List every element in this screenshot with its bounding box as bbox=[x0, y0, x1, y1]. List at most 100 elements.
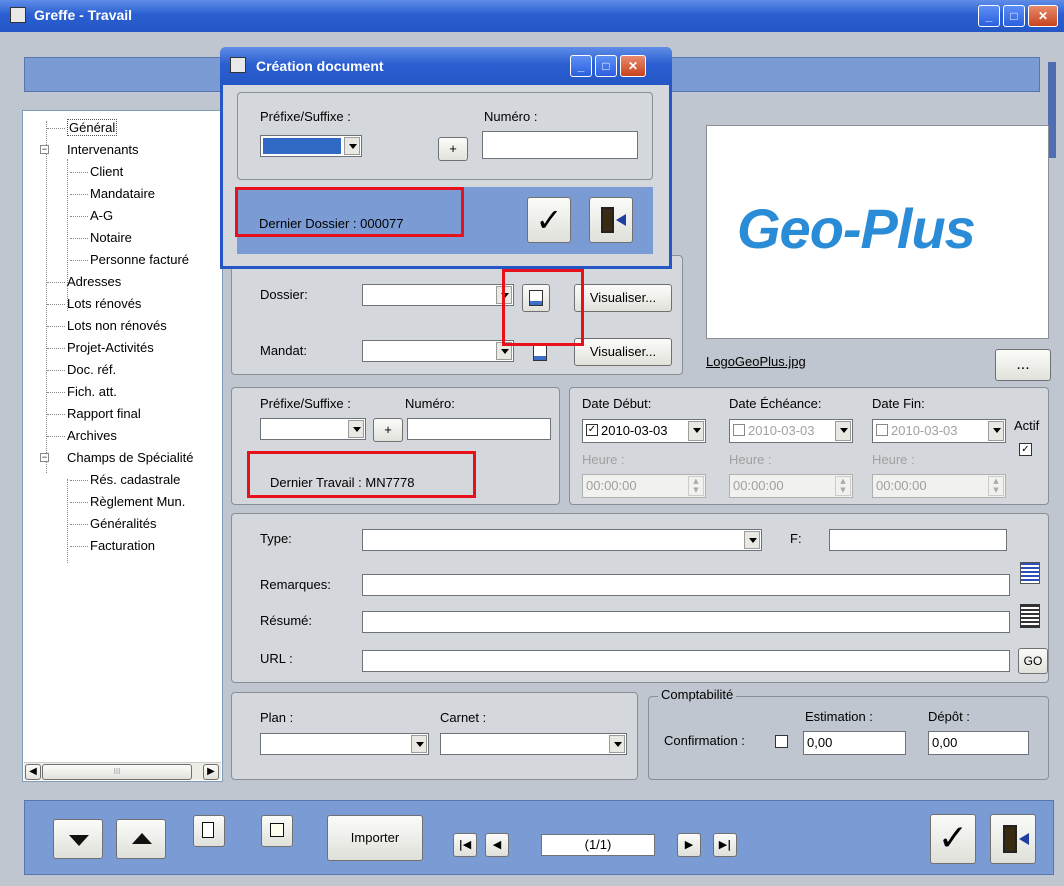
tree-item-generalites[interactable]: Généralités bbox=[70, 516, 156, 531]
navigation-tree[interactable]: Général − Intervenants Client Mandataire … bbox=[22, 110, 223, 782]
tree-item-general[interactable]: Général bbox=[47, 119, 118, 136]
tree-item-facturation[interactable]: Facturation bbox=[70, 538, 155, 553]
close-button[interactable]: ✕ bbox=[1028, 5, 1058, 27]
exit-door-icon bbox=[601, 207, 614, 233]
minimize-button[interactable]: _ bbox=[978, 5, 1000, 27]
dossier-combo[interactable] bbox=[362, 284, 514, 306]
preview-button[interactable] bbox=[193, 815, 225, 847]
tree-item-client[interactable]: Client bbox=[70, 164, 123, 179]
move-down-button[interactable] bbox=[53, 819, 103, 859]
collapse-icon[interactable]: − bbox=[40, 145, 49, 154]
spinner-icon[interactable]: ▲ ▼ bbox=[988, 476, 1004, 496]
type-label: Type: bbox=[260, 531, 292, 546]
tree-item-personne-facturee[interactable]: Personne facturé bbox=[70, 252, 189, 267]
dialog-plus-button[interactable]: + bbox=[438, 137, 468, 161]
previous-record-button[interactable]: ◀ bbox=[485, 833, 509, 857]
heure-fin-input[interactable]: 00:00:00 ▲ ▼ bbox=[872, 474, 1006, 498]
go-button[interactable]: GO bbox=[1018, 648, 1048, 674]
dialog-close-button[interactable]: ✕ bbox=[620, 55, 646, 77]
carnet-combo[interactable] bbox=[440, 733, 627, 755]
date-echeance-checkbox[interactable] bbox=[733, 424, 745, 436]
resume-input[interactable] bbox=[362, 611, 1010, 633]
exit-door-icon bbox=[1003, 825, 1017, 853]
heure-fin-label: Heure : bbox=[872, 452, 915, 467]
actif-checkbox[interactable]: ✓ bbox=[1019, 443, 1032, 456]
tree-item-fich-att[interactable]: Fich. att. bbox=[47, 384, 117, 399]
new-mandat-button[interactable] bbox=[530, 343, 550, 365]
travail-numero-input[interactable] bbox=[407, 418, 551, 440]
url-input[interactable] bbox=[362, 650, 1010, 672]
remarques-list-icon[interactable] bbox=[1020, 562, 1040, 584]
exit-button[interactable] bbox=[990, 814, 1036, 864]
travail-prefix-label: Préfixe/Suffixe : bbox=[260, 396, 351, 411]
tree-item-doc-ref[interactable]: Doc. réf. bbox=[47, 362, 116, 377]
date-echeance-picker[interactable]: 2010-03-03 bbox=[729, 419, 853, 443]
dossier-visualiser-button[interactable]: Visualiser... bbox=[574, 284, 672, 312]
tree-item-mandataire[interactable]: Mandataire bbox=[70, 186, 155, 201]
tree-item-lots-non-renoves[interactable]: Lots non rénovés bbox=[47, 318, 167, 333]
travail-plus-button[interactable]: + bbox=[373, 418, 403, 442]
depot-input[interactable]: 0,00 bbox=[928, 731, 1029, 755]
tree-item-archives[interactable]: Archives bbox=[47, 428, 117, 443]
resume-document-icon[interactable] bbox=[1020, 604, 1040, 628]
remarques-input[interactable] bbox=[362, 574, 1010, 596]
collapse-icon[interactable]: − bbox=[40, 453, 49, 462]
travail-numero-label: Numéro: bbox=[405, 396, 455, 411]
copy-button[interactable] bbox=[261, 815, 293, 847]
next-record-button[interactable]: ▶ bbox=[677, 833, 701, 857]
scroll-right-button[interactable]: ▶ bbox=[203, 764, 219, 780]
travail-prefix-combo[interactable] bbox=[260, 418, 366, 440]
actif-label: Actif bbox=[1014, 418, 1040, 433]
dialog-numero-label: Numéro : bbox=[484, 109, 538, 124]
move-up-button[interactable] bbox=[116, 819, 166, 859]
spinner-icon[interactable]: ▲ ▼ bbox=[835, 476, 851, 496]
tree-item-champs-specialite[interactable]: − Champs de Spécialité bbox=[40, 450, 193, 465]
confirmation-checkbox[interactable] bbox=[775, 735, 788, 748]
dialog-confirm-button[interactable]: ✓ bbox=[527, 197, 571, 243]
tree-item-adresses[interactable]: Adresses bbox=[47, 274, 121, 289]
first-record-button[interactable]: |◀ bbox=[453, 833, 477, 857]
logo-filename[interactable]: LogoGeoPlus.jpg bbox=[706, 354, 806, 369]
last-record-button[interactable]: ▶| bbox=[713, 833, 737, 857]
tree-item-rapport-final[interactable]: Rapport final bbox=[47, 406, 141, 421]
first-icon: |◀ bbox=[458, 838, 472, 851]
tree-item-projet-activites[interactable]: Projet-Activités bbox=[47, 340, 154, 355]
tree-horizontal-scrollbar[interactable]: ◀ III ▶ bbox=[24, 762, 221, 780]
date-debut-checkbox[interactable]: ✓ bbox=[586, 424, 598, 436]
tree-item-lots-renoves[interactable]: Lots rénovés bbox=[47, 296, 141, 311]
dialog-exit-button[interactable] bbox=[589, 197, 633, 243]
estimation-input[interactable]: 0,00 bbox=[803, 731, 906, 755]
dialog-maximize-button[interactable]: □ bbox=[595, 55, 617, 77]
main-window-title: Greffe - Travail bbox=[34, 7, 133, 23]
dialog-prefix-combo[interactable] bbox=[260, 135, 362, 157]
spinner-icon[interactable]: ▲ ▼ bbox=[688, 476, 704, 496]
down-arrow-icon bbox=[69, 835, 89, 846]
tree-item-notaire[interactable]: Notaire bbox=[70, 230, 132, 245]
tree-item-a-g[interactable]: A-G bbox=[70, 208, 113, 223]
tree-item-intervenants[interactable]: − Intervenants bbox=[40, 142, 139, 157]
scroll-thumb[interactable]: III bbox=[42, 764, 192, 780]
date-fin-checkbox[interactable] bbox=[876, 424, 888, 436]
main-window-titlebar: Greffe - Travail _ □ ✕ bbox=[0, 0, 1064, 32]
confirm-button[interactable]: ✓ bbox=[930, 814, 976, 864]
type-combo[interactable] bbox=[362, 529, 762, 551]
f-input[interactable] bbox=[829, 529, 1007, 551]
heure-debut-input[interactable]: 00:00:00 ▲ ▼ bbox=[582, 474, 706, 498]
tree-item-reglement-mun[interactable]: Règlement Mun. bbox=[70, 494, 185, 509]
plan-combo[interactable] bbox=[260, 733, 429, 755]
heure-echeance-input[interactable]: 00:00:00 ▲ ▼ bbox=[729, 474, 853, 498]
date-echeance-label: Date Échéance: bbox=[729, 396, 822, 411]
maximize-button[interactable]: □ bbox=[1003, 5, 1025, 27]
scroll-left-button[interactable]: ◀ bbox=[25, 764, 41, 780]
dialog-numero-input[interactable] bbox=[482, 131, 638, 159]
depot-label: Dépôt : bbox=[928, 709, 970, 724]
mandat-combo[interactable] bbox=[362, 340, 514, 362]
heure-debut-label: Heure : bbox=[582, 452, 625, 467]
browse-logo-button[interactable]: ... bbox=[995, 349, 1051, 381]
dialog-minimize-button[interactable]: _ bbox=[570, 55, 592, 77]
date-debut-picker[interactable]: ✓ 2010-03-03 bbox=[582, 419, 706, 443]
importer-button[interactable]: Importer bbox=[327, 815, 423, 861]
tree-item-res-cadastrale[interactable]: Rés. cadastrale bbox=[70, 472, 180, 487]
date-fin-picker[interactable]: 2010-03-03 bbox=[872, 419, 1006, 443]
mandat-visualiser-button[interactable]: Visualiser... bbox=[574, 338, 672, 366]
